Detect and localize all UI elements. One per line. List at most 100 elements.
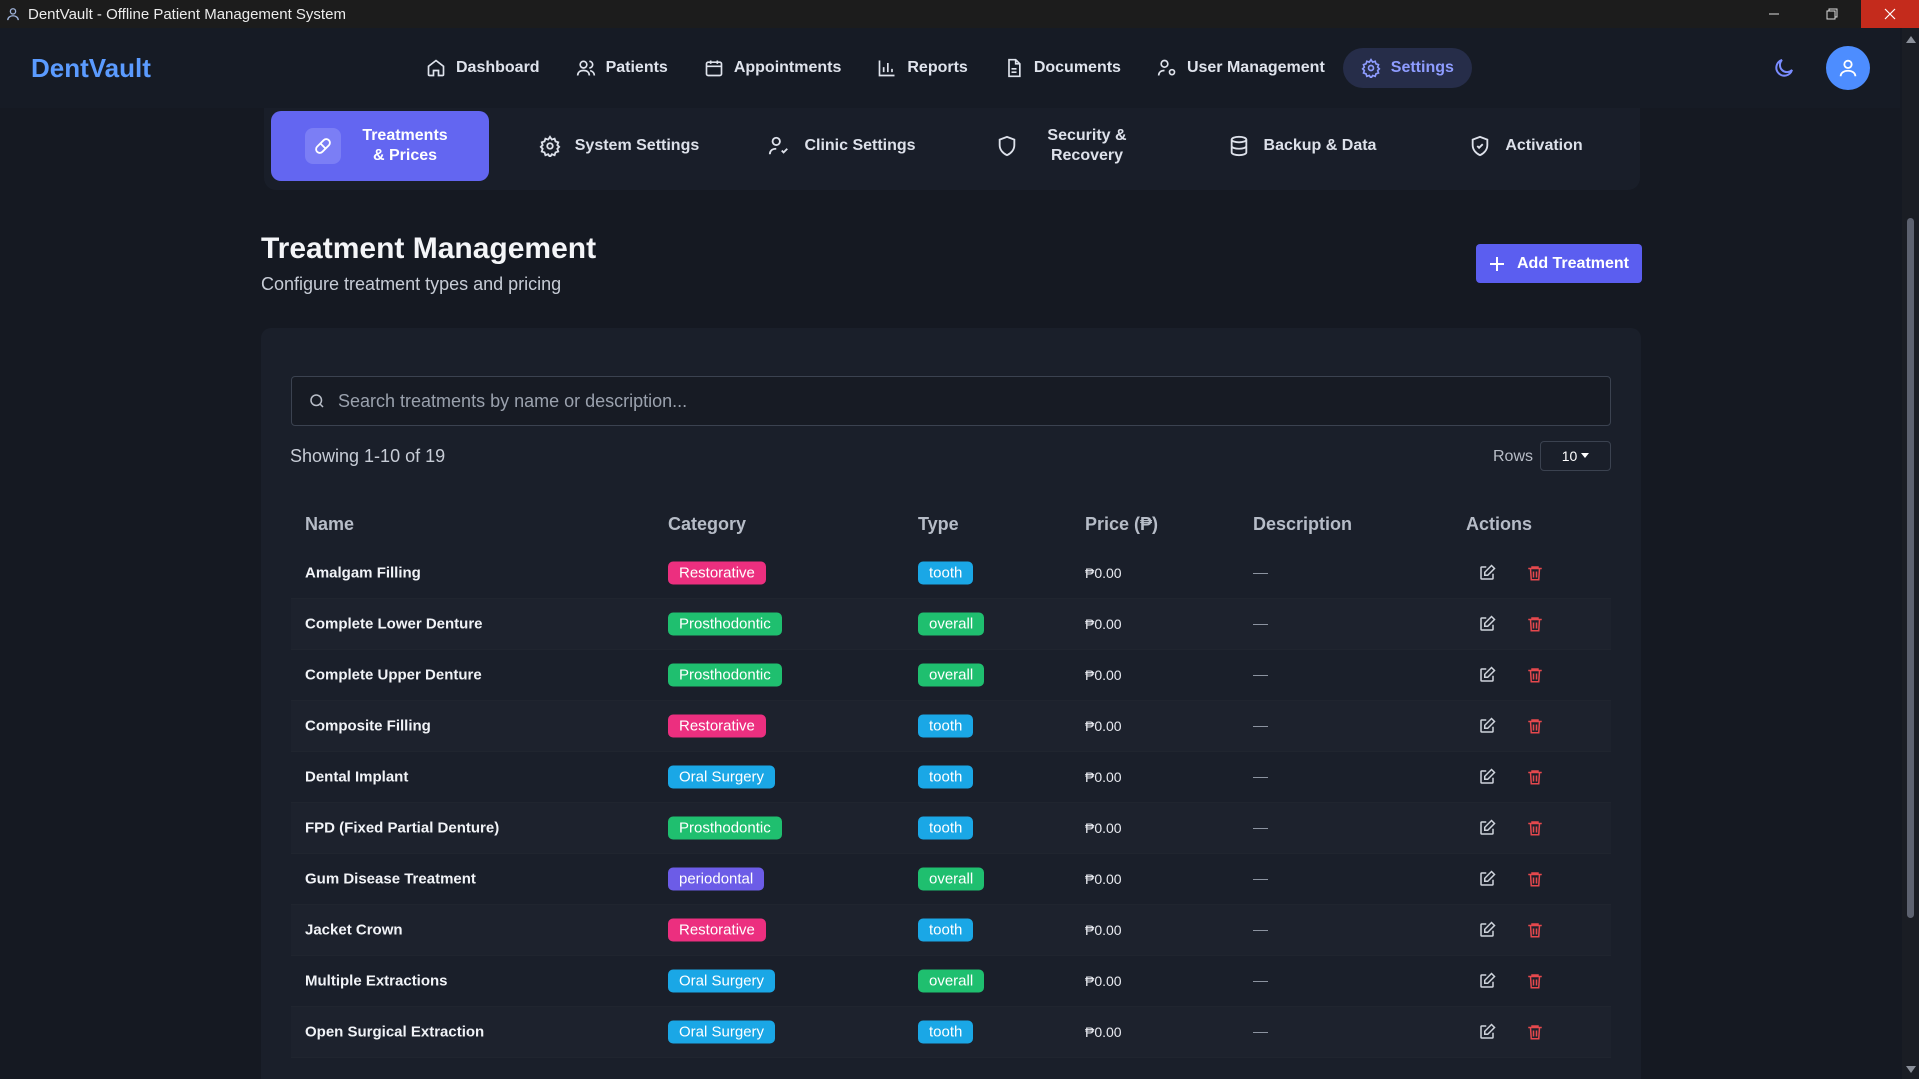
- top-navbar: DentVault Dashboard Patients Appointment…: [0, 28, 1900, 108]
- treatment-name: FPD (Fixed Partial Denture): [305, 819, 500, 837]
- database-icon: [1230, 135, 1247, 157]
- treatment-price: ₱0.00: [1085, 667, 1122, 683]
- tab-backup-data[interactable]: Backup & Data: [1222, 111, 1382, 181]
- table-row: Complete Upper Denture Prosthodontic overa…: [291, 650, 1611, 701]
- edit-icon[interactable]: [1478, 972, 1496, 990]
- column-header-description: Description: [1253, 514, 1353, 534]
- treatment-description: —: [1253, 870, 1268, 888]
- add-treatment-label: Add Treatment: [1516, 254, 1629, 272]
- type-badge: tooth: [918, 765, 974, 789]
- scroll-thumb[interactable]: [1907, 218, 1914, 918]
- nav-label: User Management: [1186, 59, 1325, 76]
- category-badge: periodontal: [668, 867, 765, 891]
- nav-dashboard[interactable]: Dashboard: [408, 48, 558, 88]
- column-header-category: Category: [668, 514, 747, 534]
- edit-icon[interactable]: [1478, 819, 1496, 837]
- treatment-description: —: [1253, 666, 1268, 684]
- nav-label: Reports: [907, 59, 968, 76]
- user-cog-icon: [1157, 59, 1176, 76]
- treatment-description: —: [1253, 717, 1268, 735]
- nav-documents[interactable]: Documents: [986, 48, 1139, 88]
- edit-icon[interactable]: [1478, 564, 1496, 582]
- search-box[interactable]: [291, 376, 1611, 426]
- minimize-button[interactable]: [1745, 0, 1803, 28]
- table-header: Name Category Type Price (₱) Description…: [291, 510, 1611, 540]
- delete-icon[interactable]: [1526, 666, 1544, 684]
- treatment-name: Complete Lower Denture: [305, 615, 483, 633]
- delete-icon[interactable]: [1526, 819, 1544, 837]
- nav-patients[interactable]: Patients: [558, 48, 686, 88]
- delete-icon[interactable]: [1526, 870, 1544, 888]
- treatment-price: ₱0.00: [1085, 973, 1122, 989]
- tab-label: System Settings: [574, 137, 700, 154]
- treatment-description: —: [1253, 564, 1268, 582]
- treatment-name: Composite Filling: [305, 717, 431, 735]
- delete-icon[interactable]: [1526, 1023, 1544, 1041]
- brand-logo[interactable]: DentVault: [31, 53, 151, 84]
- type-badge: tooth: [918, 918, 974, 942]
- tab-system-settings[interactable]: System Settings: [534, 111, 704, 181]
- theme-toggle-moon-icon[interactable]: [1772, 56, 1796, 85]
- tab-label: Security & Recovery: [1047, 127, 1127, 164]
- tab-security-recovery[interactable]: Security & Recovery: [988, 111, 1140, 181]
- nav-appointments[interactable]: Appointments: [686, 48, 860, 88]
- tab-activation[interactable]: Activation: [1466, 111, 1586, 181]
- nav-label: Dashboard: [456, 59, 540, 76]
- tab-label: Backup & Data: [1263, 137, 1377, 154]
- category-badge: Prosthodontic: [668, 663, 782, 687]
- scroll-up-arrow[interactable]: [1906, 36, 1916, 43]
- column-header-type: Type: [918, 514, 959, 534]
- nav-user-management[interactable]: User Management: [1139, 48, 1343, 88]
- type-badge: tooth: [918, 1020, 974, 1044]
- category-badge: Oral Surgery: [668, 765, 776, 789]
- delete-icon[interactable]: [1526, 921, 1544, 939]
- column-header-price: Price (₱): [1085, 514, 1159, 534]
- edit-icon[interactable]: [1478, 717, 1496, 735]
- add-treatment-button[interactable]: Add Treatment: [1476, 244, 1642, 283]
- tab-label: Treatments & Prices: [362, 127, 448, 164]
- edit-icon[interactable]: [1478, 666, 1496, 684]
- edit-icon[interactable]: [1478, 870, 1496, 888]
- treatment-description: —: [1253, 768, 1268, 786]
- gear-icon: [1361, 58, 1381, 78]
- pagination-summary: Showing 1-10 of 19: [290, 446, 446, 466]
- table-row: Dental Implant Oral Surgery tooth ₱0.00 —: [291, 752, 1611, 803]
- pill-icon: [305, 128, 341, 164]
- vertical-scrollbar[interactable]: [1902, 28, 1919, 1079]
- search-input[interactable]: [338, 390, 1538, 412]
- delete-icon[interactable]: [1526, 615, 1544, 633]
- nav-reports[interactable]: Reports: [859, 48, 985, 88]
- category-badge: Oral Surgery: [668, 1020, 776, 1044]
- delete-icon[interactable]: [1526, 717, 1544, 735]
- scroll-down-arrow[interactable]: [1906, 1066, 1916, 1073]
- tab-clinic-settings[interactable]: Clinic Settings: [767, 111, 917, 181]
- edit-icon[interactable]: [1478, 921, 1496, 939]
- category-badge: Prosthodontic: [668, 816, 782, 840]
- table-row: Jacket Crown Restorative tooth ₱0.00 —: [291, 905, 1611, 956]
- delete-icon[interactable]: [1526, 768, 1544, 786]
- treatment-name: Jacket Crown: [305, 921, 403, 939]
- table-row: FPD (Fixed Partial Denture) Prosthodontic…: [291, 803, 1611, 854]
- type-badge: tooth: [918, 714, 974, 738]
- edit-icon[interactable]: [1478, 1023, 1496, 1041]
- table-row: Multiple Extractions Oral Surgery overall ₱…: [291, 956, 1611, 1007]
- window-title: DentVault - Offline Patient Management S…: [28, 5, 346, 23]
- nav-settings[interactable]: Settings: [1342, 48, 1472, 88]
- treatment-name: Complete Upper Denture: [305, 666, 482, 684]
- edit-icon[interactable]: [1478, 615, 1496, 633]
- rows-per-page-select[interactable]: 10: [1540, 441, 1611, 471]
- treatment-description: —: [1253, 921, 1268, 939]
- nav-label: Patients: [605, 59, 668, 76]
- treatment-price: ₱0.00: [1085, 769, 1122, 785]
- tab-treatments-prices[interactable]: Treatments & Prices: [271, 111, 489, 181]
- nav-label: Documents: [1033, 59, 1121, 76]
- restore-button[interactable]: [1803, 0, 1861, 28]
- edit-icon[interactable]: [1478, 768, 1496, 786]
- close-button[interactable]: [1861, 0, 1919, 28]
- treatment-description: —: [1253, 1023, 1268, 1041]
- table-row: Open Surgical Extraction Oral Surgery toot…: [291, 1007, 1611, 1058]
- delete-icon[interactable]: [1526, 564, 1544, 582]
- table-row: Gum Disease Treatment periodontal overall ₱…: [291, 854, 1611, 905]
- delete-icon[interactable]: [1526, 972, 1544, 990]
- user-avatar-button[interactable]: [1826, 46, 1870, 90]
